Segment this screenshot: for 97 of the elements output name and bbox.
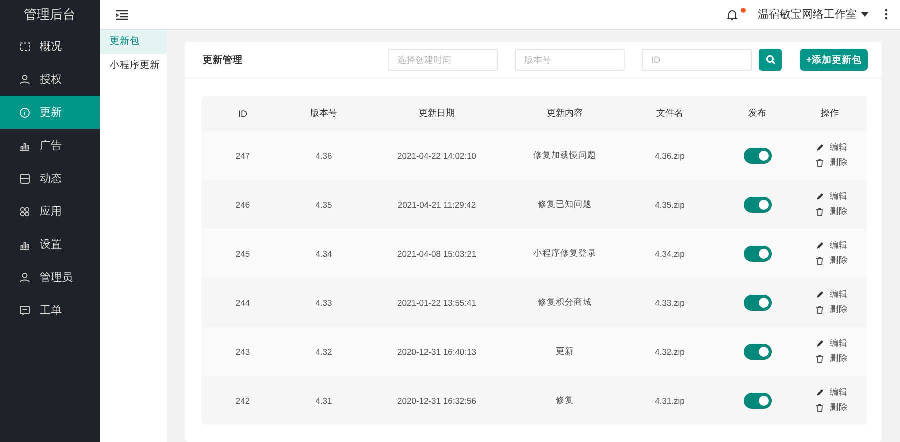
layout-icon xyxy=(19,172,31,184)
delete-link[interactable]: 删除 xyxy=(816,304,848,316)
table-cell-text: 243 xyxy=(234,346,252,356)
add-package-button[interactable]: +添加更新包 xyxy=(800,49,868,71)
table-cell-text: 2021-04-21 11:29:42 xyxy=(396,200,478,210)
table-cell-text: 2021-04-22 14:02:10 xyxy=(396,150,478,160)
sidebar-item[interactable]: 授权 xyxy=(0,63,100,96)
pencil-icon xyxy=(816,389,824,397)
filter-field[interactable]: 选择创建时间 xyxy=(388,49,498,71)
column-header: 更新内容 xyxy=(546,107,584,120)
table-cell-text: 修复积分商城 xyxy=(537,296,593,308)
person-icon xyxy=(19,74,31,86)
table-cell-text: 小程序修复登录 xyxy=(532,248,598,260)
overview-icon xyxy=(19,40,31,52)
table-cell-text: 修复 xyxy=(555,394,575,406)
trash-icon xyxy=(816,355,824,363)
info-icon xyxy=(19,106,31,118)
sidebar-item[interactable]: 概况 xyxy=(0,30,100,63)
publish-switch[interactable] xyxy=(744,246,772,262)
trash-icon xyxy=(816,208,824,216)
delete-link[interactable]: 删除 xyxy=(816,402,848,414)
trash-icon xyxy=(816,159,824,167)
sidebar-item[interactable]: 广告 xyxy=(0,129,100,162)
trash-icon xyxy=(816,306,824,314)
sidebar-item[interactable]: 管理员 xyxy=(0,261,100,294)
table-cell-text: 246 xyxy=(234,200,252,210)
edit-link[interactable]: 编辑 xyxy=(816,338,848,350)
table-cell-text: 4.36 xyxy=(314,150,334,160)
delete-link[interactable]: 删除 xyxy=(816,157,848,169)
edit-link[interactable]: 编辑 xyxy=(816,240,848,252)
filter-field[interactable]: 版本号 xyxy=(515,49,626,71)
table-cell-text: 2020-12-31 16:32:56 xyxy=(396,396,478,406)
grid-icon xyxy=(19,206,31,218)
sidebar-item[interactable]: 设置 xyxy=(0,228,100,261)
pencil-icon xyxy=(816,193,824,201)
trash-icon xyxy=(816,257,824,265)
edit-link[interactable]: 编辑 xyxy=(816,289,848,301)
table-cell-text: 4.33.zip xyxy=(654,298,686,308)
sidebar-item[interactable]: 工单 xyxy=(0,294,100,327)
delete-link[interactable]: 删除 xyxy=(816,353,848,365)
table-cell-text: 更新 xyxy=(555,346,575,358)
publish-switch[interactable] xyxy=(744,344,772,360)
table-cell-text: 2020-12-31 16:40:13 xyxy=(396,346,478,356)
delete-link[interactable]: 删除 xyxy=(816,206,848,218)
column-header: 版本号 xyxy=(310,107,338,120)
person-icon xyxy=(19,272,31,284)
column-header: 操作 xyxy=(820,107,840,120)
table-cell-text: 4.34.zip xyxy=(654,248,686,258)
caret-icon xyxy=(861,12,869,17)
table-cell-text: 242 xyxy=(234,396,252,406)
pencil-icon xyxy=(816,291,824,299)
pencil-icon xyxy=(816,242,824,250)
message-icon xyxy=(19,304,31,316)
column-header: ID xyxy=(238,108,248,118)
table-cell-text: 4.31 xyxy=(314,396,334,406)
publish-switch[interactable] xyxy=(744,148,772,164)
user-menu[interactable]: 温宿敏宝网络工作室 xyxy=(758,7,869,22)
column-header: 文件名 xyxy=(656,107,684,120)
filter-field[interactable]: ID xyxy=(642,49,752,71)
menu-toggle-icon[interactable] xyxy=(116,10,128,20)
sidebar-item[interactable]: 动态 xyxy=(0,162,100,195)
more-icon[interactable] xyxy=(885,9,888,20)
trash-icon xyxy=(816,404,824,412)
table-cell-text: 4.33 xyxy=(314,298,334,308)
table-cell-text: 245 xyxy=(234,248,252,258)
edit-link[interactable]: 编辑 xyxy=(816,387,848,399)
table-cell-text: 4.32 xyxy=(314,346,334,356)
table-cell-text: 4.32.zip xyxy=(654,346,686,356)
publish-switch[interactable] xyxy=(744,196,772,212)
table-cell-text: 247 xyxy=(234,150,252,160)
publish-switch[interactable] xyxy=(744,294,772,310)
table-cell-text: 修复已知问题 xyxy=(537,198,593,210)
table-cell-text: 244 xyxy=(234,298,252,308)
edit-link[interactable]: 编辑 xyxy=(816,142,848,154)
table-cell-text: 4.31.zip xyxy=(654,396,686,406)
delete-link[interactable]: 删除 xyxy=(816,255,848,267)
search-icon xyxy=(766,55,776,65)
publish-switch[interactable] xyxy=(744,392,772,408)
sidebar-title: 管理后台 xyxy=(23,6,77,24)
table-cell-text: 4.36.zip xyxy=(654,150,686,160)
pencil-icon xyxy=(816,340,824,348)
pencil-icon xyxy=(816,144,824,152)
card-title: 更新管理 xyxy=(203,54,244,66)
column-header: 更新日期 xyxy=(418,107,456,120)
table-cell-text: 4.35.zip xyxy=(654,200,686,210)
search-button[interactable] xyxy=(759,49,782,71)
edit-link[interactable]: 编辑 xyxy=(816,191,848,203)
sidebar-item[interactable]: 应用 xyxy=(0,195,100,228)
sidebar-item[interactable]: 更新 xyxy=(0,96,100,129)
notification-bell-icon[interactable] xyxy=(727,8,738,20)
table-cell-text: 2021-01-22 13:55:41 xyxy=(396,298,478,308)
table-cell-text: 4.34 xyxy=(314,248,334,258)
subnav-item[interactable]: 小程序更新 xyxy=(100,54,167,78)
table-cell-text: 2021-04-08 15:03:21 xyxy=(396,248,478,258)
table-cell-text: 4.35 xyxy=(314,200,334,210)
column-header: 发布 xyxy=(748,107,768,120)
table-cell-text: 修复加载慢问题 xyxy=(532,150,598,162)
